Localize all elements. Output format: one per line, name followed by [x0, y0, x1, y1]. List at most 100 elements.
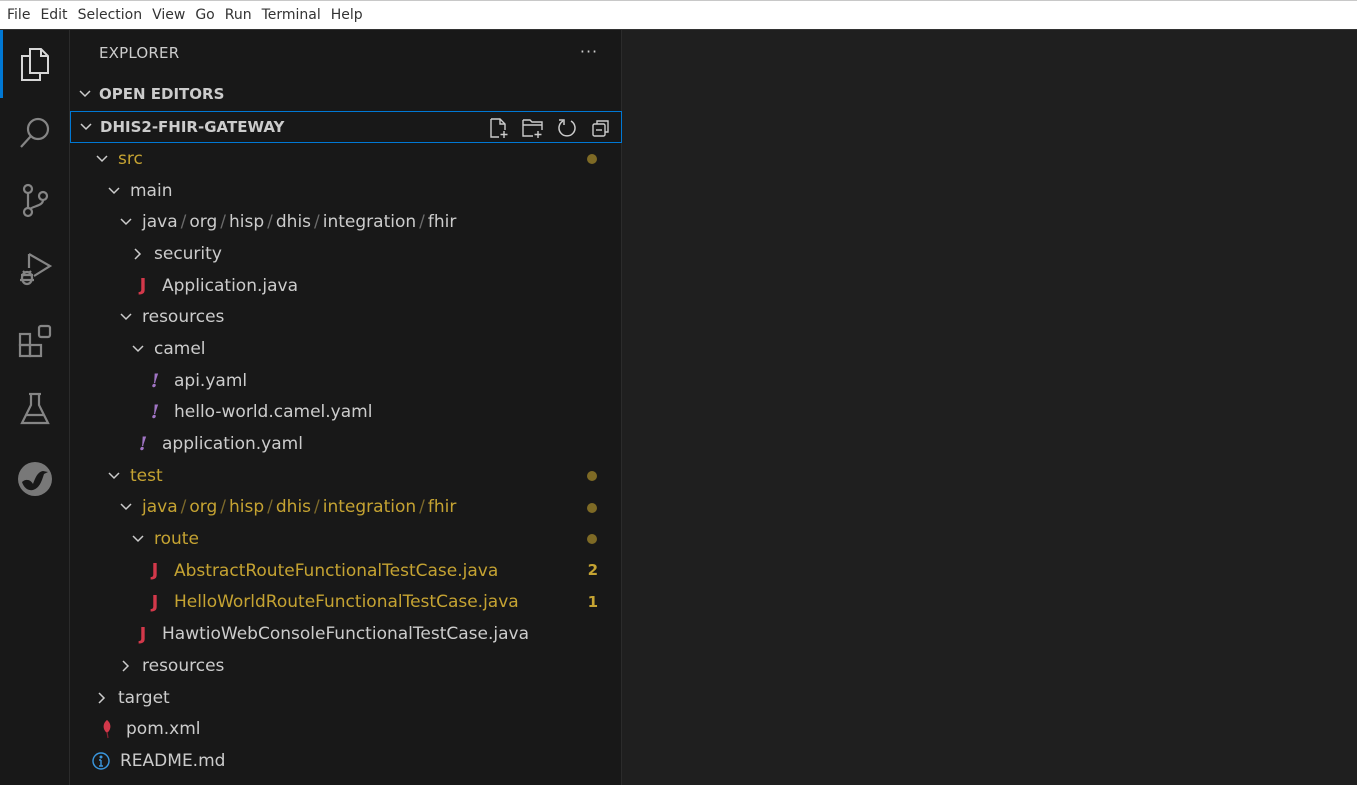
path-segment[interactable]: fhir [428, 497, 456, 517]
path-segment[interactable]: dhis [276, 497, 311, 517]
path-segment[interactable]: org [189, 497, 217, 517]
tree-file[interactable]: ! hello-world.camel.yaml [70, 397, 622, 429]
new-folder-button[interactable] [521, 116, 545, 140]
tree-file[interactable]: ! application.yaml [70, 428, 622, 460]
path-separator: / [180, 212, 187, 233]
chevron-down-icon[interactable] [104, 466, 124, 486]
chevron-down-icon[interactable] [128, 529, 148, 549]
section-workspace[interactable]: DHIS2-FHIR-GATEWAY [70, 111, 622, 143]
files-icon [21, 48, 49, 81]
menu-selection[interactable]: Selection [73, 1, 148, 29]
java-file-icon: J [139, 623, 147, 645]
activity-source-control[interactable] [0, 166, 70, 236]
activity-testing[interactable] [0, 374, 70, 444]
tree-file[interactable]: J HelloWorldRouteFunctionalTestCase.java 1 [70, 587, 622, 619]
editor-area [623, 30, 1357, 785]
maven-feather-icon [96, 718, 118, 740]
tree-folder[interactable]: security [70, 238, 622, 270]
path-separator: / [314, 212, 320, 233]
path-segment[interactable]: integration [323, 212, 416, 232]
path-separator: / [314, 497, 320, 518]
activity-camel[interactable] [0, 444, 70, 514]
ellipsis-icon: ··· [579, 41, 599, 61]
new-file-icon [490, 118, 508, 138]
menu-view[interactable]: View [147, 1, 190, 29]
tree-folder[interactable]: route [70, 523, 622, 555]
tree-file[interactable]: ! api.yaml [70, 365, 622, 397]
path-separator: / [419, 212, 425, 233]
tree-file[interactable]: pom.xml [70, 713, 622, 745]
path-separator: / [267, 212, 273, 233]
path-segment[interactable]: hisp [229, 497, 264, 517]
tree-folder[interactable]: resources [70, 301, 622, 333]
tree-item-label: HawtioWebConsoleFunctionalTestCase.java [162, 624, 529, 645]
menu-terminal[interactable]: Terminal [257, 1, 326, 29]
tree-folder[interactable]: main [70, 175, 622, 207]
activity-extensions[interactable] [0, 306, 70, 376]
activity-run-debug[interactable] [0, 234, 70, 304]
new-file-button[interactable] [487, 116, 511, 140]
problem-count-badge: 2 [587, 560, 598, 579]
tree-item-label: HelloWorldRouteFunctionalTestCase.java [174, 592, 519, 613]
path-separator: / [267, 497, 273, 518]
tree-item-label: hello-world.camel.yaml [174, 402, 373, 423]
tree-file[interactable]: J Application.java [70, 270, 622, 302]
path-segment[interactable]: org [189, 212, 217, 232]
refresh-button[interactable] [555, 116, 579, 140]
path-segment[interactable]: dhis [276, 212, 311, 232]
modified-dot-badge [587, 154, 597, 164]
java-file-icon: J [151, 591, 159, 613]
chevron-right-icon[interactable] [92, 688, 112, 708]
path-segment[interactable]: java [142, 212, 178, 232]
problem-count-badge: 1 [587, 592, 598, 611]
camel-icon [18, 462, 52, 496]
menu-file[interactable]: File [2, 1, 35, 29]
tree-item-label: pom.xml [126, 719, 201, 740]
tree-folder[interactable]: java / org / hisp / dhis / integration / fhir [70, 492, 622, 524]
chevron-down-icon[interactable] [128, 339, 148, 359]
activity-search[interactable] [0, 98, 70, 168]
section-label: DHIS2-FHIR-GATEWAY [100, 118, 285, 136]
path-segment[interactable]: fhir [428, 212, 456, 232]
tree-item-label: README.md [120, 750, 226, 771]
tree-file[interactable]: J HawtioWebConsoleFunctionalTestCase.java [70, 618, 622, 650]
tree-file[interactable]: J AbstractRouteFunctionalTestCase.java 2 [70, 555, 622, 587]
section-open-editors[interactable]: OPEN EDITORS [70, 78, 622, 110]
menu-edit[interactable]: Edit [35, 1, 72, 29]
chevron-right-icon[interactable] [128, 244, 148, 264]
collapse-all-button[interactable] [589, 116, 613, 140]
tree-folder[interactable]: camel [70, 333, 622, 365]
chevron-down-icon[interactable] [92, 149, 112, 169]
chevron-right-icon[interactable] [116, 656, 136, 676]
path-segment[interactable]: integration [323, 497, 416, 517]
tree-item-label: java / org / hisp / dhis / integration / fhir [142, 212, 456, 232]
menu-bar: File Edit Selection View Go Run Terminal… [0, 0, 1357, 30]
tree-file[interactable]: README.md [70, 745, 622, 777]
tree-folder[interactable]: test [70, 460, 622, 492]
path-separator: / [220, 497, 226, 518]
search-icon [20, 117, 50, 148]
path-segment[interactable]: hisp [229, 212, 264, 232]
tree-folder[interactable]: target [70, 682, 622, 714]
tree-folder[interactable]: resources [70, 650, 622, 682]
chevron-down-icon[interactable] [104, 181, 124, 201]
tree-item-label: main [130, 180, 173, 201]
tree-item-label: src [118, 148, 143, 169]
menu-run[interactable]: Run [220, 1, 257, 29]
tree-folder[interactable]: src [70, 143, 622, 175]
chevron-down-icon[interactable] [116, 497, 136, 517]
menu-help[interactable]: Help [326, 1, 368, 29]
menu-go[interactable]: Go [190, 1, 219, 29]
beaker-icon [20, 392, 50, 425]
path-separator: / [220, 212, 226, 233]
chevron-down-icon[interactable] [116, 307, 136, 327]
more-actions-button[interactable]: ··· [576, 38, 602, 64]
path-segment[interactable]: java [142, 497, 178, 517]
chevron-down-icon[interactable] [116, 212, 136, 232]
tree-item-label: test [130, 465, 163, 486]
yaml-file-icon: ! [150, 401, 160, 424]
tree-item-label: api.yaml [174, 370, 248, 391]
activity-explorer[interactable] [0, 30, 70, 100]
tree-item-label: resources [142, 307, 225, 328]
tree-folder[interactable]: java / org / hisp / dhis / integration / fhir [70, 206, 622, 238]
